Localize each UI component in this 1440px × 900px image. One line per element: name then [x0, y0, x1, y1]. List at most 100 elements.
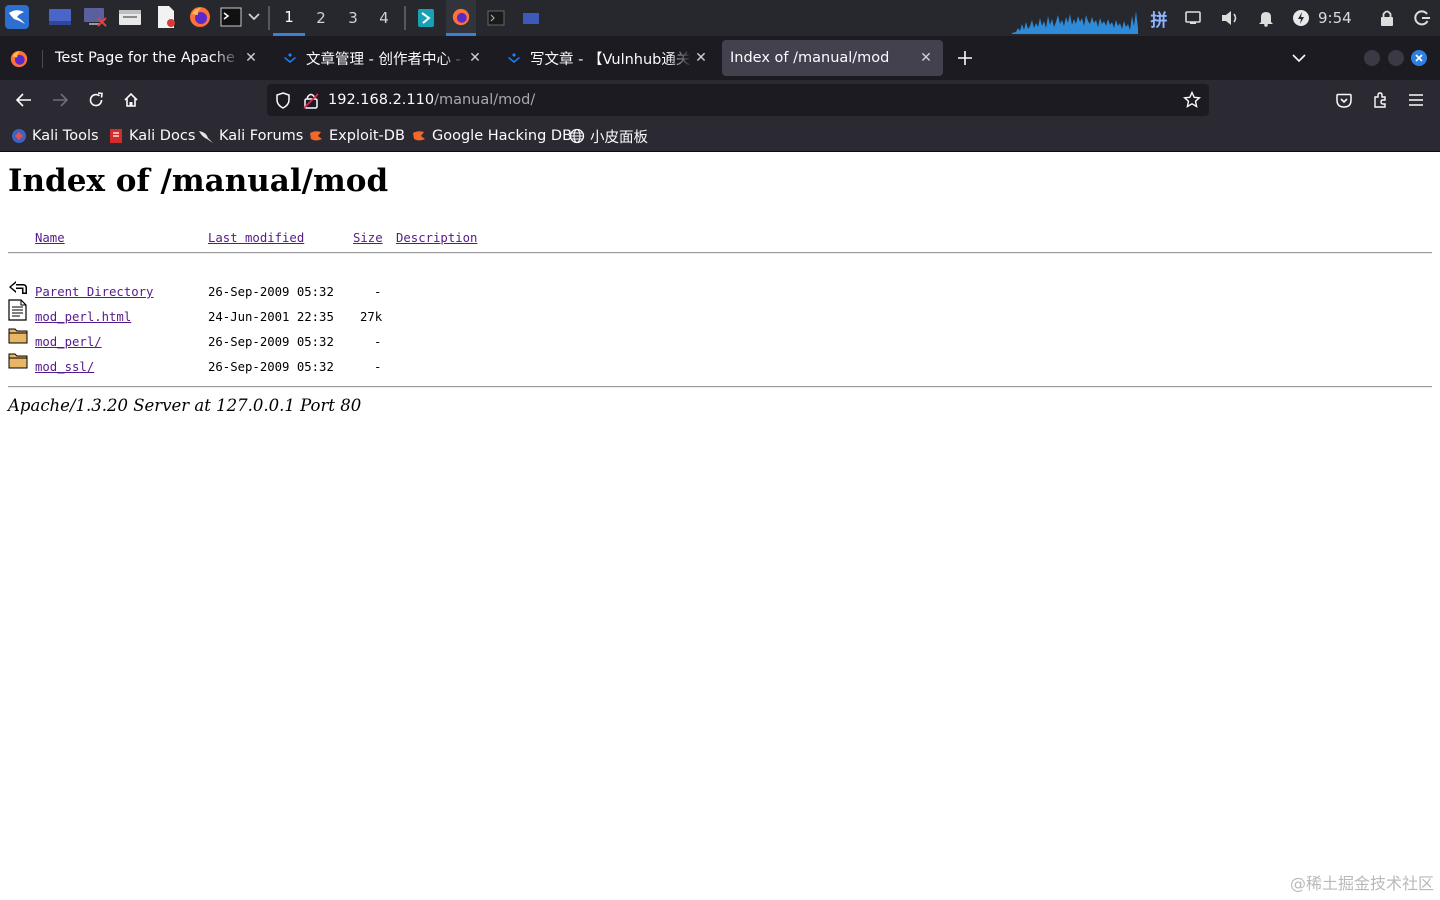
remote-desktop-icon[interactable] [83, 5, 107, 29]
close-window-button[interactable] [1411, 50, 1427, 66]
text-file-icon [8, 299, 28, 321]
sort-by-modified-link[interactable]: Last modified [208, 231, 304, 245]
bookmark-label: Kali Forums [219, 128, 304, 144]
task-feishu[interactable] [411, 0, 441, 36]
display-icon[interactable] [1182, 7, 1204, 29]
bookmark-google-hacking-db[interactable]: Google Hacking DB [411, 120, 572, 152]
file-manager-icon[interactable] [118, 5, 142, 29]
back-arrow-icon [8, 275, 28, 297]
power-icon[interactable] [1290, 7, 1312, 29]
directory-link[interactable]: mod_ssl/ [35, 360, 94, 374]
column-header-name[interactable]: Name [35, 231, 65, 245]
table-row-size: - [374, 360, 382, 374]
reload-button[interactable] [82, 86, 110, 114]
file-link[interactable]: mod_perl.html [35, 310, 131, 324]
bookmark-kali-docs[interactable]: Kali Docs [108, 120, 195, 152]
minimize-button[interactable] [1364, 50, 1380, 66]
table-row-name[interactable]: mod_perl.html [35, 310, 131, 324]
sort-by-size-link[interactable]: Size [353, 231, 383, 245]
tab-label: Test Page for the Apache Web Server [55, 50, 242, 66]
show-desktop-icon[interactable] [48, 5, 72, 29]
workspace-3[interactable]: 3 [337, 0, 369, 36]
bookmark-kali-forums[interactable]: Kali Forums [198, 120, 303, 152]
file-link[interactable]: Parent Directory [35, 285, 153, 299]
directory-link[interactable]: mod_perl/ [35, 335, 102, 349]
terminal-icon[interactable] [219, 5, 243, 29]
table-row-name[interactable]: mod_perl/ [35, 335, 102, 349]
tab-juejin-write[interactable]: 写文章 - 【Vulnhub通关】 ✕ [496, 40, 718, 76]
new-tab-button[interactable] [952, 45, 978, 71]
bookmarks-toolbar: Kali Tools Kali Docs Kali Forums Exploit… [0, 120, 1440, 152]
task-window[interactable] [516, 0, 546, 36]
juejin-icon [282, 50, 298, 66]
bookmark-label: Kali Tools [32, 128, 99, 144]
shield-icon[interactable] [275, 92, 291, 113]
logout-icon[interactable] [1411, 7, 1433, 29]
close-icon[interactable]: ✕ [692, 49, 710, 67]
text-editor-icon[interactable] [154, 5, 178, 29]
workspace-2[interactable]: 2 [305, 0, 337, 36]
back-button[interactable] [10, 86, 38, 114]
bookmark-star-icon[interactable] [1182, 90, 1202, 113]
task-terminal[interactable] [481, 0, 511, 36]
desktop-panel: 1 2 3 4 拼 9:54 [0, 0, 1440, 36]
volume-icon[interactable] [1219, 7, 1241, 29]
bookmark-exploit-db[interactable]: Exploit-DB [308, 120, 405, 152]
list-all-tabs-button[interactable] [1286, 45, 1312, 71]
home-button[interactable] [117, 86, 145, 114]
table-row-modified: 24-Jun-2001 22:35 [208, 310, 334, 324]
firefox-view-icon[interactable] [8, 48, 30, 70]
sort-by-name-link[interactable]: Name [35, 231, 65, 245]
insecure-lock-icon[interactable] [303, 92, 319, 113]
juejin-icon [506, 50, 522, 66]
extensions-icon[interactable] [1366, 86, 1394, 114]
tab-apache-test-page[interactable]: Test Page for the Apache Web Server ✕ [46, 40, 268, 76]
bookmark-xiaopi-panel[interactable]: 小皮面板 [569, 120, 648, 152]
column-header-last-modified[interactable]: Last modified [208, 231, 304, 245]
server-signature: Apache/1.3.20 Server at 127.0.0.1 Port 8… [8, 396, 362, 415]
input-method-icon[interactable]: 拼 [1148, 7, 1170, 31]
tab-separator [42, 50, 43, 68]
url-path: /manual/mod/ [434, 92, 536, 108]
forward-button[interactable] [46, 86, 74, 114]
tab-label: 写文章 - 【Vulnhub通关】 [530, 51, 692, 68]
workspace-1[interactable]: 1 [273, 0, 305, 36]
bookmark-label: Google Hacking DB [432, 128, 573, 144]
close-icon[interactable]: ✕ [466, 49, 484, 67]
ghdb-icon [411, 128, 427, 144]
hamburger-menu-icon[interactable] [1402, 86, 1430, 114]
notification-bell-icon[interactable] [1255, 7, 1277, 29]
panel-separator [268, 6, 270, 30]
panel-separator [404, 6, 406, 30]
bookmark-kali-tools[interactable]: Kali Tools [11, 120, 99, 152]
task-firefox[interactable] [446, 0, 476, 36]
panel-clock[interactable]: 9:54 [1318, 0, 1352, 36]
kali-menu-icon[interactable] [4, 5, 30, 29]
maximize-button[interactable] [1388, 50, 1404, 66]
close-icon[interactable]: ✕ [242, 49, 260, 67]
chevron-down-icon[interactable] [246, 5, 262, 29]
table-row-size: 27k [360, 310, 383, 324]
table-row-name[interactable]: mod_ssl/ [35, 360, 94, 374]
kali-docs-icon [108, 128, 124, 144]
tab-juejin-articles[interactable]: 文章管理 - 创作者中心 - 掘金 ✕ [272, 40, 492, 76]
workspace-4[interactable]: 4 [368, 0, 400, 36]
sort-by-description-link[interactable]: Description [396, 231, 477, 245]
close-icon[interactable]: ✕ [917, 49, 935, 67]
url-bar[interactable]: 192.168.2.110/manual/mod/ [267, 84, 1209, 116]
table-row-name[interactable]: Parent Directory [35, 285, 153, 299]
column-header-description[interactable]: Description [396, 231, 477, 245]
pocket-icon[interactable] [1330, 86, 1358, 114]
tab-index-manual-mod[interactable]: Index of /manual/mod ✕ [722, 40, 943, 76]
table-row-size: - [374, 285, 382, 299]
folder-icon [8, 326, 28, 348]
column-header-size[interactable]: Size [353, 231, 383, 245]
tab-label: Index of /manual/mod [730, 50, 890, 66]
tab-label: 文章管理 - 创作者中心 - 掘金 [306, 51, 466, 68]
firefox-icon[interactable] [188, 5, 212, 29]
lock-icon[interactable] [1376, 7, 1398, 29]
globe-icon [569, 128, 585, 144]
url-text[interactable]: 192.168.2.110/manual/mod/ [328, 84, 535, 116]
bookmark-label: Kali Docs [129, 128, 196, 144]
table-row-modified: 26-Sep-2009 05:32 [208, 360, 334, 374]
